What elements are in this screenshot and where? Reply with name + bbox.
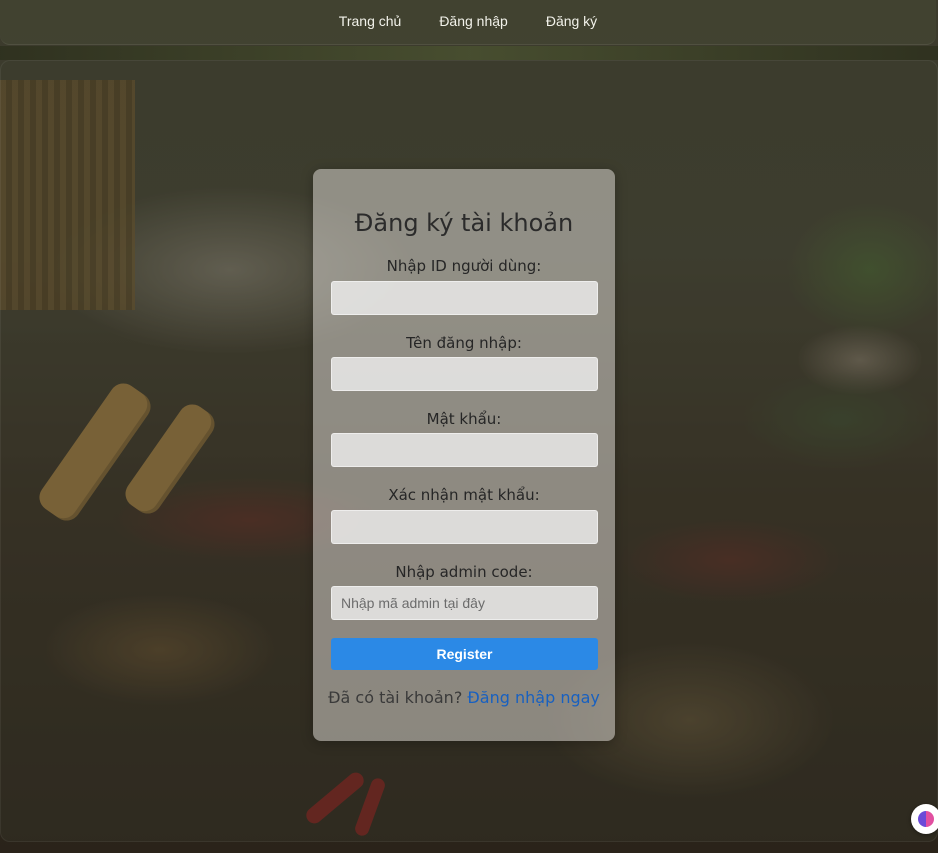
nav-menu: Trang chủ Đăng nhập Đăng ký <box>0 0 936 29</box>
register-button[interactable]: Register <box>331 638 598 670</box>
password-label: Mật khẩu: <box>426 410 502 428</box>
brain-icon <box>918 811 934 827</box>
login-now-link[interactable]: Đăng nhập ngay <box>467 688 599 707</box>
register-form: Đăng ký tài khoản Nhập ID người dùng: Tê… <box>313 169 615 741</box>
login-prompt-text: Đã có tài khoản? <box>328 688 463 707</box>
floating-assistant-button[interactable] <box>911 804 938 834</box>
nav-home-link[interactable]: Trang chủ <box>339 13 402 29</box>
admin-code-input[interactable] <box>331 586 598 620</box>
form-title: Đăng ký tài khoản <box>354 209 574 237</box>
user-id-label: Nhập ID người dùng: <box>386 257 542 275</box>
top-navbar: Trang chủ Đăng nhập Đăng ký <box>0 0 936 45</box>
username-label: Tên đăng nhập: <box>406 334 522 352</box>
nav-register-link[interactable]: Đăng ký <box>546 13 597 29</box>
confirm-password-label: Xác nhận mật khẩu: <box>388 486 540 504</box>
login-prompt: Đã có tài khoản? Đăng nhập ngay <box>313 688 615 707</box>
nav-login-link[interactable]: Đăng nhập <box>439 13 508 29</box>
confirm-password-input[interactable] <box>331 510 598 544</box>
admin-code-label: Nhập admin code: <box>395 563 533 581</box>
password-input[interactable] <box>331 433 598 467</box>
username-input[interactable] <box>331 357 598 391</box>
user-id-input[interactable] <box>331 281 598 315</box>
